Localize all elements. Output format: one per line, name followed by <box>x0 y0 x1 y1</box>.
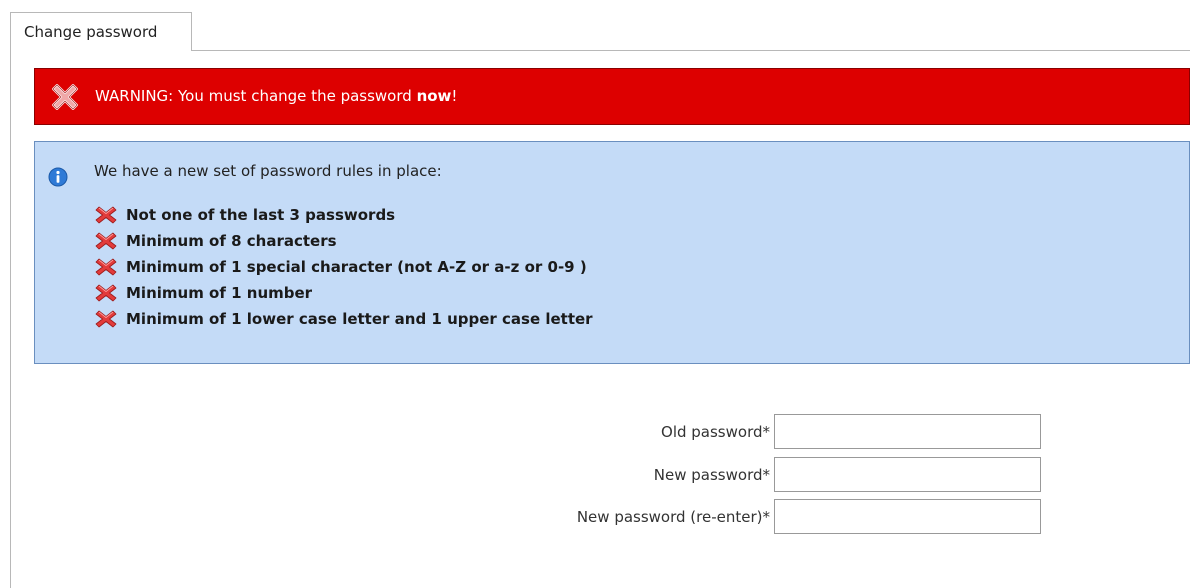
confirm-password-row: New password (re-enter)* <box>577 499 1041 534</box>
confirm-password-input[interactable] <box>774 499 1041 534</box>
tab-change-password[interactable]: Change password <box>10 12 192 51</box>
password-rules-list: Not one of the last 3 passwords Minimum … <box>95 202 593 332</box>
rule-label: Not one of the last 3 passwords <box>126 206 396 224</box>
rules-intro-text: We have a new set of password rules in p… <box>94 162 442 180</box>
old-password-input[interactable] <box>774 414 1041 449</box>
rule-item: Not one of the last 3 passwords <box>95 202 593 228</box>
warning-message: WARNING: You must change the password no… <box>95 87 457 105</box>
rule-label: Minimum of 1 lower case letter and 1 upp… <box>126 310 593 328</box>
warning-text-emphasis: now <box>416 87 452 105</box>
old-password-row: Old password* <box>661 414 1041 449</box>
error-x-icon <box>52 84 78 110</box>
new-password-label: New password* <box>653 465 770 484</box>
rule-item: Minimum of 1 lower case letter and 1 upp… <box>95 306 593 332</box>
rule-item: Minimum of 1 number <box>95 280 593 306</box>
warning-text-suffix: ! <box>451 87 458 105</box>
rule-label: Minimum of 8 characters <box>126 232 337 250</box>
rule-item: Minimum of 8 characters <box>95 228 593 254</box>
new-password-row: New password* <box>654 457 1041 492</box>
confirm-password-label: New password (re-enter)* <box>576 507 770 526</box>
old-password-label: Old password* <box>661 422 770 441</box>
rule-label: Minimum of 1 number <box>126 284 313 302</box>
rule-unmet-x-icon <box>95 206 117 224</box>
rule-unmet-x-icon <box>95 284 117 302</box>
password-rules-panel: We have a new set of password rules in p… <box>34 141 1190 364</box>
warning-text-prefix: WARNING: You must change the password <box>95 87 417 105</box>
rule-item: Minimum of 1 special character (not A-Z … <box>95 254 593 280</box>
rule-unmet-x-icon <box>95 232 117 250</box>
rule-unmet-x-icon <box>95 258 117 276</box>
info-icon <box>48 167 68 187</box>
warning-banner: WARNING: You must change the password no… <box>34 68 1190 125</box>
new-password-input[interactable] <box>774 457 1041 492</box>
rule-unmet-x-icon <box>95 310 117 328</box>
rule-label: Minimum of 1 special character (not A-Z … <box>126 258 587 276</box>
